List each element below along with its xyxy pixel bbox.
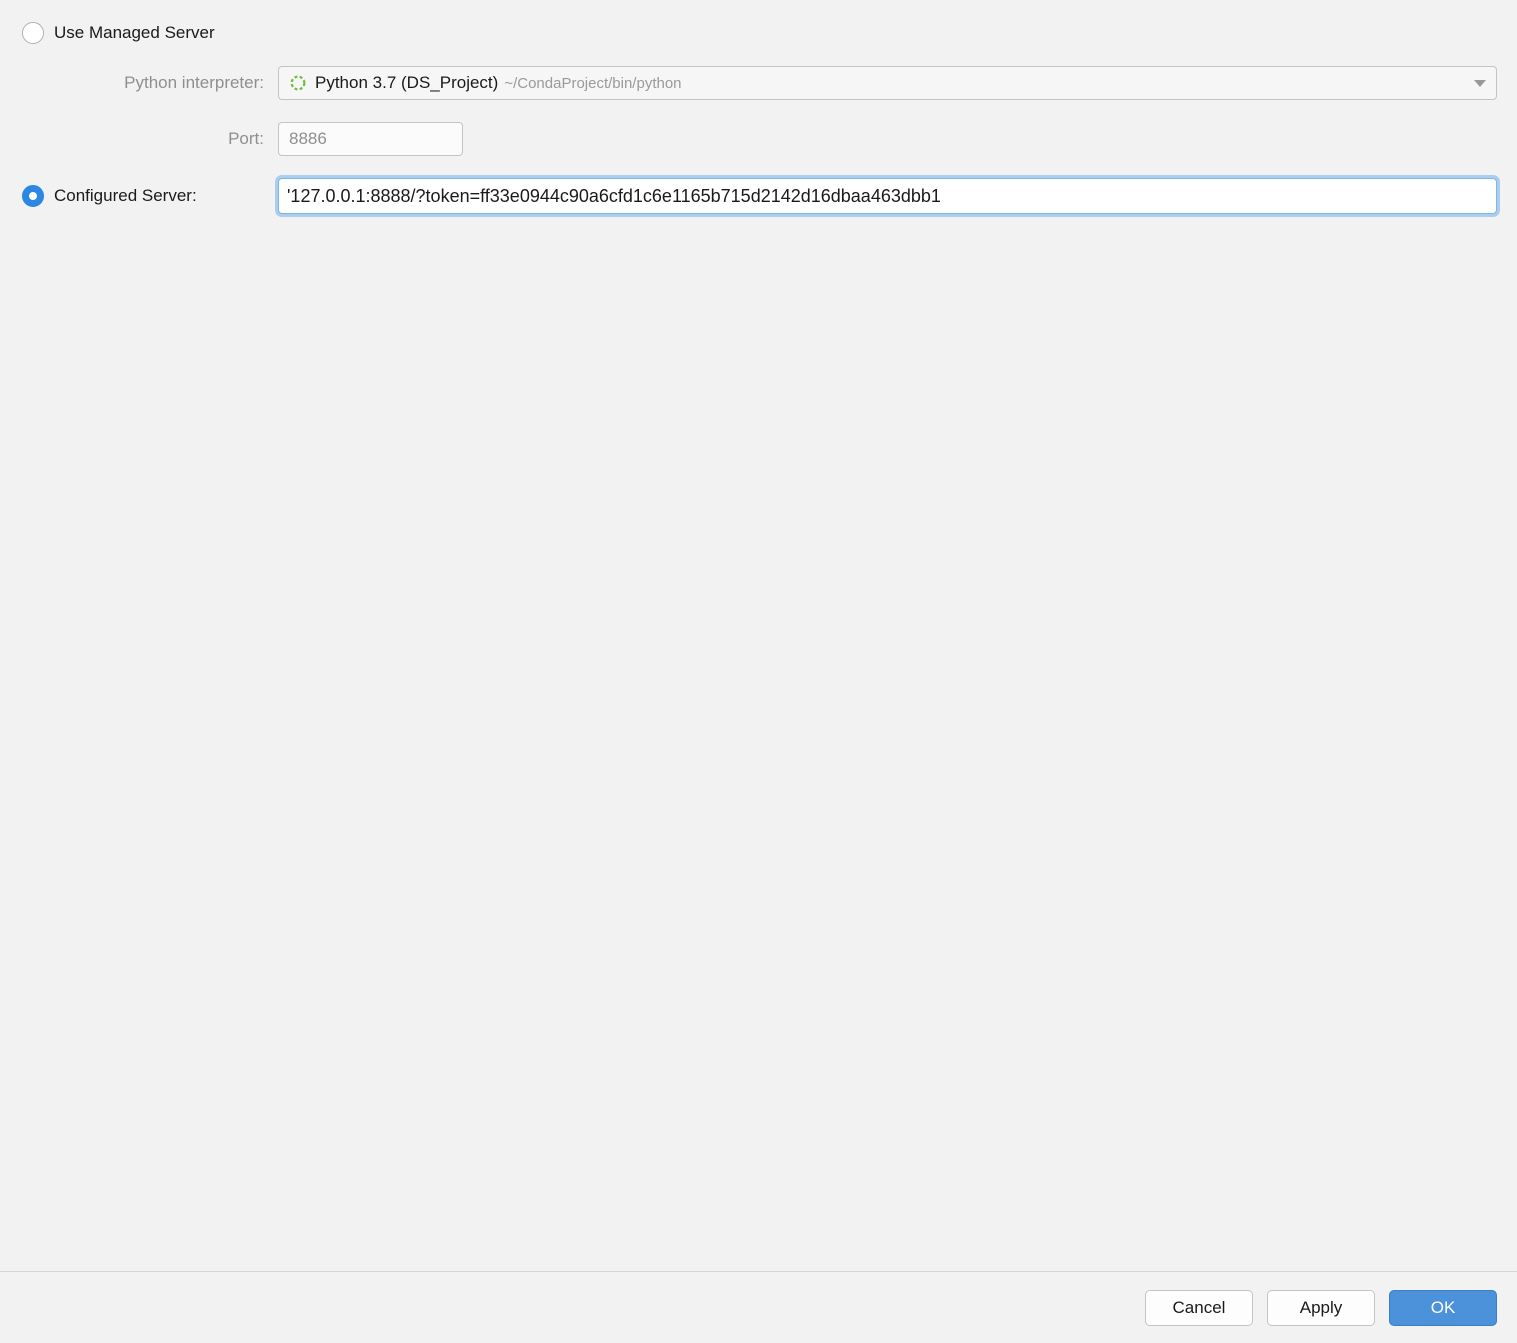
settings-panel: Use Managed Server Python interpreter: P… [0, 0, 1517, 1271]
ok-button[interactable]: OK [1389, 1290, 1497, 1326]
configured-server-url-input[interactable] [278, 178, 1497, 214]
apply-button[interactable]: Apply [1267, 1290, 1375, 1326]
dialog-button-bar: Cancel Apply OK [0, 1271, 1517, 1343]
configured-server-label: Configured Server: [54, 186, 197, 206]
managed-server-row: Use Managed Server [22, 22, 1497, 44]
interpreter-name: Python 3.7 (DS_Project) [315, 73, 498, 93]
port-label: Port: [22, 129, 278, 149]
python-interpreter-label: Python interpreter: [22, 73, 278, 93]
cancel-button[interactable]: Cancel [1145, 1290, 1253, 1326]
python-interpreter-dropdown[interactable]: Python 3.7 (DS_Project) ~/CondaProject/b… [278, 66, 1497, 100]
interpreter-path: ~/CondaProject/bin/python [504, 75, 681, 92]
chevron-down-icon [1474, 80, 1486, 87]
python-interpreter-row: Python interpreter: Python 3.7 (DS_Proje… [22, 66, 1497, 100]
port-row: Port: [22, 122, 1497, 156]
port-input[interactable] [278, 122, 463, 156]
python-ring-icon [289, 74, 307, 92]
configured-server-radio[interactable] [22, 185, 44, 207]
configured-server-row: Configured Server: [22, 178, 1497, 214]
use-managed-server-label: Use Managed Server [54, 23, 215, 43]
use-managed-server-radio[interactable] [22, 22, 44, 44]
